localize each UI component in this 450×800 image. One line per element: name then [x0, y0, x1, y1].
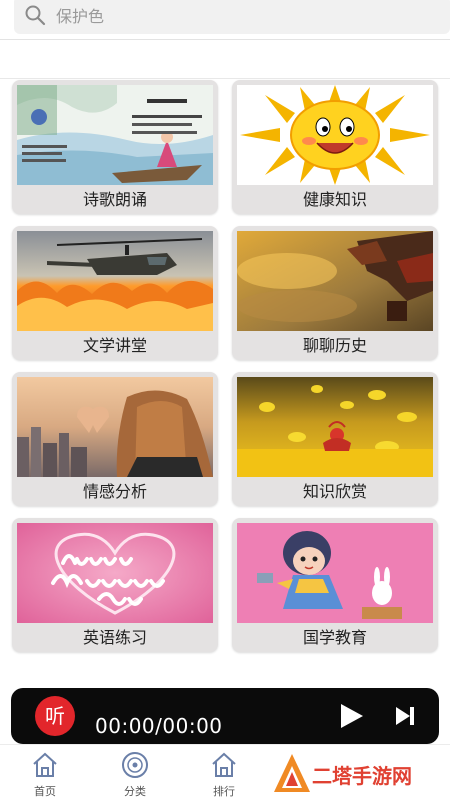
poem-painting-image — [17, 85, 213, 185]
category-label: 英语练习 — [82, 628, 147, 647]
next-button[interactable] — [393, 704, 417, 728]
skip-next-icon — [396, 707, 414, 725]
category-label: 知识欣赏 — [302, 482, 367, 501]
category-label: 健康知识 — [302, 190, 367, 209]
tab-label: 排行 — [213, 785, 235, 798]
cartoon-girl-image — [237, 523, 433, 623]
category-card-health[interactable]: 健康知识 — [232, 80, 438, 214]
home-icon — [30, 750, 60, 780]
category-card-appreciation[interactable]: 知识欣赏 — [232, 372, 438, 506]
category-card-guoxue[interactable]: 国学教育 — [232, 518, 438, 652]
temple-roof-image — [237, 231, 433, 331]
heart-hands-city-image — [17, 377, 213, 477]
category-card-poetry[interactable]: 诗歌朗诵 — [12, 80, 218, 214]
search-placeholder: 保护色 — [56, 7, 105, 26]
tab-ranking[interactable]: 排行 — [184, 745, 264, 800]
search-icon — [24, 4, 46, 26]
yellow-leaves-image — [237, 377, 433, 477]
category-label: 国学教育 — [302, 628, 367, 647]
category-card-emotion[interactable]: 情感分析 — [12, 372, 218, 506]
app-screen: 保护色 诗歌朗诵 健康知识 文学讲堂 聊聊历史 情感分析 知识欣赏 英语练习 国… — [0, 0, 450, 800]
audio-player-bar: 听 00:00/00:00 — [11, 688, 439, 744]
tab-category[interactable]: 分类 — [95, 745, 175, 800]
category-label: 诗歌朗诵 — [82, 190, 147, 209]
site-watermark: 二塔手游网 — [268, 750, 450, 798]
watermark-text: 二塔手游网 — [312, 764, 412, 788]
category-card-history[interactable]: 聊聊历史 — [232, 226, 438, 360]
category-label: 情感分析 — [82, 482, 147, 501]
playback-time: 00:00/00:00 — [95, 714, 223, 738]
ranking-icon — [209, 750, 239, 780]
tab-label: 首页 — [34, 785, 56, 798]
watermark-logo-icon — [274, 754, 310, 792]
divider — [0, 78, 450, 79]
category-label: 文学讲堂 — [82, 336, 147, 355]
play-button[interactable] — [337, 702, 365, 730]
search-bar: 保护色 — [0, 0, 450, 40]
disc-icon — [120, 750, 150, 780]
category-card-english[interactable]: 英语练习 — [12, 518, 218, 652]
tab-label: 分类 — [124, 785, 146, 798]
search-field[interactable]: 保护色 — [14, 0, 450, 34]
listen-logo[interactable]: 听 — [35, 696, 75, 736]
category-card-literature[interactable]: 文学讲堂 — [12, 226, 218, 360]
play-icon — [341, 704, 363, 728]
happy-mothers-day-image — [17, 523, 213, 623]
helicopter-fire-image — [17, 231, 213, 331]
tab-home[interactable]: 首页 — [5, 745, 85, 800]
smiling-sun-image — [237, 85, 433, 185]
category-label: 聊聊历史 — [302, 336, 367, 355]
